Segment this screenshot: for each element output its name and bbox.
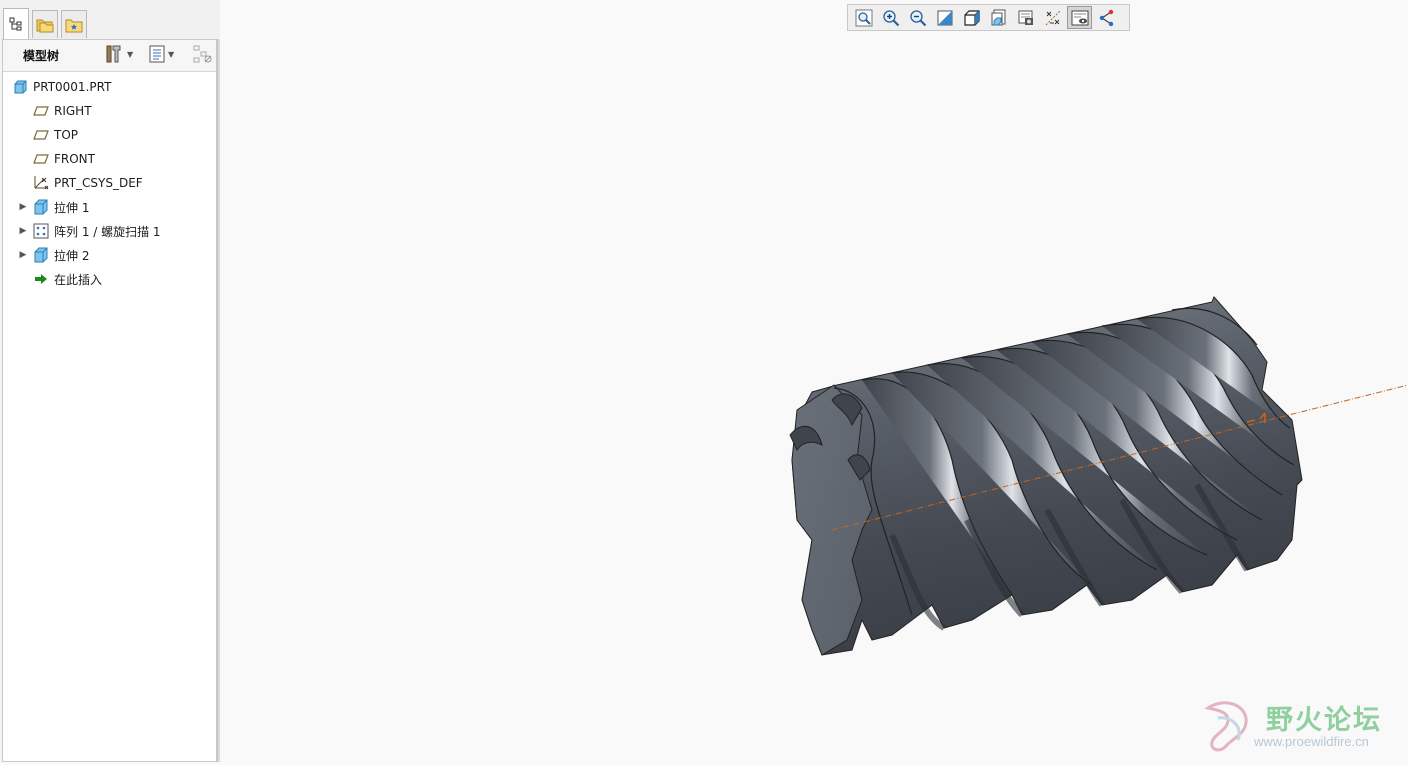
- favorites-tab[interactable]: [61, 10, 87, 38]
- tree-node-label: FRONT: [54, 152, 95, 166]
- expand-arrow-icon[interactable]: ▶: [16, 250, 30, 260]
- tree-item-insert-here[interactable]: 在此插入: [16, 268, 102, 290]
- tree-item-top[interactable]: TOP: [16, 124, 78, 146]
- part-icon: [11, 79, 29, 95]
- datum-plane-icon: [32, 151, 50, 167]
- insert-here-arrow-icon: [32, 271, 50, 287]
- watermark-url: www.proewildfire.cn: [1254, 734, 1369, 749]
- zoom-out-button[interactable]: [905, 6, 930, 29]
- refit-icon: [855, 9, 873, 27]
- tree-item-extrude-1[interactable]: ▶ 拉伸 1: [16, 196, 89, 218]
- tree-node-label: PRT_CSYS_DEF: [54, 176, 143, 190]
- saved-orientations-button[interactable]: [986, 6, 1011, 29]
- tree-root-node[interactable]: PRT0001.PRT: [11, 76, 111, 98]
- folder-browser-tab-icon: [36, 17, 54, 33]
- tree-filter-button[interactable]: [193, 44, 213, 64]
- filter-icon: [193, 44, 213, 64]
- model-tree-panel: 模型树 ▼ ▼ PRT0001.PRT RIGHT TOP FRONT PRT_…: [2, 39, 217, 762]
- refit-button[interactable]: [851, 6, 876, 29]
- navigator-tab-bar: [0, 0, 220, 40]
- view-manager-icon: [1017, 9, 1035, 27]
- datum-display-filters-icon: [1044, 9, 1062, 27]
- zoom-in-icon: [882, 9, 900, 27]
- repaint-icon: [936, 9, 954, 27]
- tree-node-label: PRT0001.PRT: [33, 80, 112, 94]
- tree-item-right[interactable]: RIGHT: [16, 100, 92, 122]
- tree-node-label: 拉伸 2: [54, 248, 90, 263]
- extrude-icon: [32, 247, 50, 263]
- tree-item-front[interactable]: FRONT: [16, 148, 95, 170]
- zoom-in-button[interactable]: [878, 6, 903, 29]
- display-style-icon: [963, 9, 981, 27]
- navigator-panel: 模型树 ▼ ▼ PRT0001.PRT RIGHT TOP FRONT PRT_…: [0, 0, 220, 762]
- pattern-icon: [32, 223, 50, 239]
- datum-plane-icon: [32, 127, 50, 143]
- tree-node-label: 在此插入: [54, 272, 103, 287]
- graphics-window[interactable]: [222, 40, 1408, 762]
- tree-node-label: 拉伸 1: [54, 200, 90, 215]
- datum-plane-icon: [32, 103, 50, 119]
- expand-arrow-icon[interactable]: ▶: [16, 202, 30, 212]
- tree-show-button[interactable]: ▼: [149, 44, 174, 64]
- annotation-display-button[interactable]: [1094, 6, 1119, 29]
- chevron-down-icon: ▼: [127, 49, 134, 59]
- csys-icon: [32, 175, 50, 191]
- settings-icon: [104, 44, 124, 64]
- model-tree-title: 模型树: [23, 49, 60, 63]
- favorites-tab-icon: [65, 17, 83, 33]
- chevron-down-icon: ▼: [168, 49, 175, 59]
- tree-node-label: TOP: [54, 128, 79, 142]
- spin-center-button[interactable]: [1067, 6, 1092, 29]
- watermark-title: 野火论坛: [1266, 705, 1382, 736]
- annotation-display-icon: [1098, 9, 1116, 27]
- panel-splitter[interactable]: [217, 39, 220, 762]
- tree-item-extrude-2[interactable]: ▶ 拉伸 2: [16, 244, 89, 266]
- model-tree-tab[interactable]: [3, 8, 29, 39]
- graphics-toolbar: [847, 4, 1130, 31]
- folder-browser-tab[interactable]: [32, 10, 58, 38]
- model-view: [789, 296, 1408, 656]
- model-tree-header: 模型树 ▼ ▼: [3, 40, 216, 72]
- saved-orientations-icon: [990, 9, 1008, 27]
- zoom-out-icon: [909, 9, 927, 27]
- view-manager-button[interactable]: [1013, 6, 1038, 29]
- display-style-button[interactable]: [959, 6, 984, 29]
- extrude-icon: [32, 199, 50, 215]
- datum-display-filters-button[interactable]: [1040, 6, 1065, 29]
- tree-item-pattern-1[interactable]: ▶ 阵列 1 / 螺旋扫描 1: [16, 220, 161, 242]
- show-icon: [149, 44, 165, 64]
- tree-item-csys[interactable]: PRT_CSYS_DEF: [16, 172, 143, 194]
- tree-node-label: 阵列 1 / 螺旋扫描 1: [54, 224, 161, 239]
- expand-arrow-icon[interactable]: ▶: [16, 226, 30, 236]
- spin-center-icon: [1071, 9, 1089, 27]
- repaint-button[interactable]: [932, 6, 957, 29]
- model-tree-tab-icon: [9, 17, 23, 31]
- flame-logo-icon: [1198, 698, 1258, 756]
- tree-node-label: RIGHT: [54, 104, 92, 118]
- watermark: 野火论坛 www.proewildfire.cn: [1196, 696, 1408, 762]
- tree-settings-button[interactable]: ▼: [104, 44, 133, 64]
